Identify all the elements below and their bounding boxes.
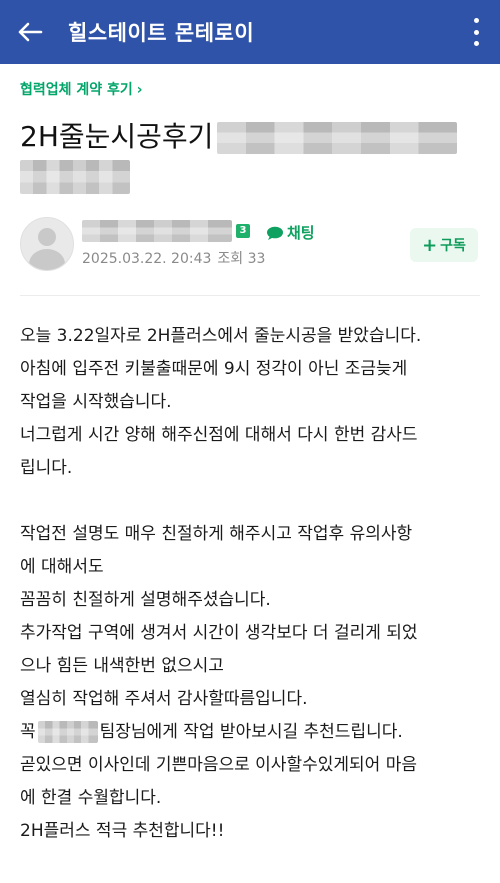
category-label: 협력업체 계약 후기	[20, 82, 133, 98]
more-options-icon[interactable]	[472, 18, 480, 46]
chat-bubble-icon	[267, 226, 283, 240]
follow-button[interactable]: + 구독	[410, 228, 478, 262]
member-level-badge: 3	[236, 224, 250, 238]
chat-button[interactable]: 채팅	[266, 222, 315, 243]
body-line: 오늘 3.22일자로 2H플러스에서 줄눈시공을 받았습니다.	[20, 326, 422, 346]
post-body: 오늘 3.22일자로 2H플러스에서 줄눈시공을 받았습니다. 아침에 입주전 …	[20, 320, 490, 848]
body-line: 으나 힘든 내색한번 없으시고	[20, 656, 224, 676]
post-title-text: 2H줄눈시공후기	[20, 120, 214, 153]
body-line: 꼼꼼히 친절하게 설명해주셨습니다.	[20, 590, 271, 610]
chevron-right-icon: ›	[136, 82, 143, 98]
app-bar: 힐스테이트 몬테로이	[0, 0, 500, 64]
body-line: 아침에 입주전 키불출때문에 9시 정각이 아닌 조금늦게	[20, 359, 408, 379]
body-text: 꼭	[20, 722, 36, 742]
redacted-title-part-2	[20, 160, 130, 194]
avatar[interactable]	[20, 217, 74, 271]
body-line: 작업전 설명도 매우 친절하게 해주시고 작업후 유의사항	[20, 524, 413, 544]
follow-label: 구독	[440, 238, 466, 254]
arrow-left-icon	[18, 22, 43, 42]
divider	[20, 295, 480, 296]
body-line: 립니다.	[20, 458, 73, 478]
chat-label: 채팅	[287, 224, 315, 242]
body-text: 팀장님에게 작업 받아보시길 추천드립니다.	[99, 722, 403, 742]
plus-icon: +	[422, 234, 438, 256]
body-line: 에 한결 수월합니다.	[20, 788, 162, 808]
cafe-title[interactable]: 힐스테이트 몬테로이	[68, 17, 254, 47]
body-line: 열심히 작업해 주셔서 감사할따름입니다.	[20, 689, 308, 709]
redacted-name	[37, 721, 98, 743]
body-line: 곧있으면 이사인데 기쁜마음으로 이사할수있게되어 마음	[20, 755, 417, 775]
body-line: 추가작업 구역에 생겨서 시간이 생각보다 더 걸리게 되었	[20, 623, 418, 643]
redacted-author-name[interactable]	[82, 220, 232, 242]
body-line: 2H플러스 적극 추천합니다!!	[20, 821, 225, 841]
body-line: 너그럽게 시간 양해 해주신점에 대해서 다시 한번 감사드	[20, 425, 418, 445]
body-line-with-redaction: 꼭 팀장님에게 작업 받아보시길 추천드립니다.	[20, 716, 490, 749]
post-title: 2H줄눈시공후기	[20, 116, 480, 158]
board-category-link[interactable]: 협력업체 계약 후기 ›	[20, 79, 143, 99]
post-meta: 2025.03.22. 20:43 조회 33	[82, 248, 265, 268]
back-button[interactable]	[0, 0, 60, 64]
redacted-title-part	[217, 122, 458, 154]
body-line: 에 대해서도	[20, 557, 104, 577]
view-count: 조회 33	[217, 251, 266, 267]
post-date: 2025.03.22. 20:43	[82, 251, 212, 267]
body-line: 작업을 시작했습니다.	[20, 392, 172, 412]
